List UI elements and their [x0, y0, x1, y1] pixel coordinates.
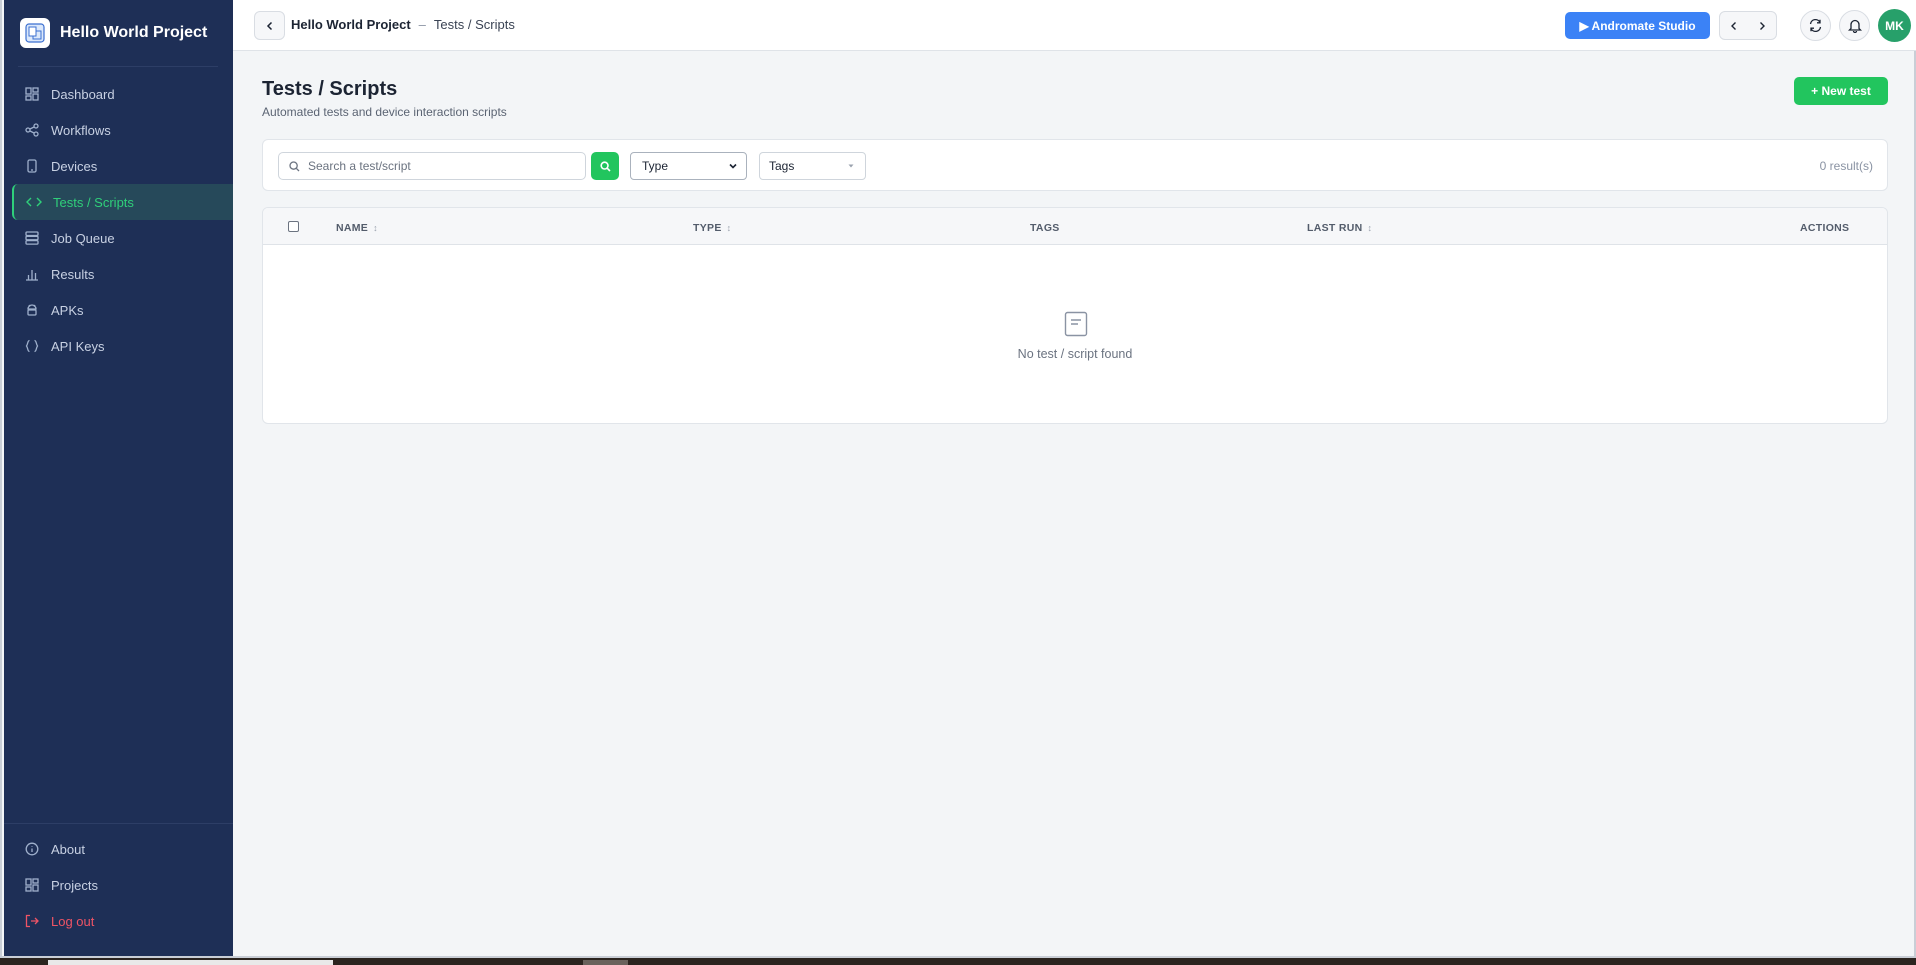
column-header-last-run[interactable]: LAST RUN ↕: [1307, 222, 1372, 234]
sidebar-item-job-queue[interactable]: Job Queue: [4, 220, 233, 256]
column-label: TYPE: [693, 222, 722, 234]
search-field: [278, 152, 586, 180]
sidebar-item-label: APKs: [51, 302, 84, 318]
app-window: Hello World Project Dashboard Workflows: [0, 0, 1916, 958]
search-input[interactable]: [308, 159, 568, 173]
top-header: Hello World Project – Tests / Scripts ▶ …: [233, 0, 1916, 51]
chevron-right-icon: [1760, 21, 1765, 30]
android-icon: [24, 302, 40, 318]
sidebar-item-results[interactable]: Results: [4, 256, 233, 292]
grid-icon: [24, 877, 40, 893]
project-logo-icon: [20, 18, 50, 48]
nav-forward-button[interactable]: [1748, 12, 1776, 39]
sidebar-item-label: About: [51, 841, 85, 857]
brand-name: Hello World Project: [60, 24, 208, 41]
empty-state-text: No test / script found: [1017, 347, 1133, 361]
document-icon: [1064, 311, 1088, 337]
sidebar-item-api-keys[interactable]: API Keys: [4, 328, 233, 364]
sidebar-item-tests-scripts[interactable]: Tests / Scripts: [12, 184, 233, 220]
sidebar-item-apks[interactable]: APKs: [4, 292, 233, 328]
sidebar-item-workflows[interactable]: Workflows: [4, 112, 233, 148]
column-header-name[interactable]: NAME ↕: [336, 222, 378, 234]
database-icon: [24, 230, 40, 246]
back-button[interactable]: [254, 11, 285, 40]
new-test-button[interactable]: + New test: [1794, 77, 1888, 105]
taskbar-segment: [48, 960, 333, 965]
refresh-button[interactable]: [1800, 10, 1831, 41]
sidebar-item-dashboard[interactable]: Dashboard: [4, 76, 233, 112]
table-header: NAME ↕ TYPE ↕ TAGS LAST RUN ↕ ACTIONS: [263, 208, 1887, 245]
phone-icon: [24, 158, 40, 174]
sidebar: Hello World Project Dashboard Workflows: [4, 0, 233, 956]
tags-select[interactable]: Tags: [759, 152, 866, 180]
page-subtitle: Automated tests and device interaction s…: [262, 105, 507, 119]
column-header-actions: ACTIONS: [1800, 222, 1849, 234]
chevron-left-icon: [1731, 21, 1736, 30]
sidebar-item-label: Log out: [51, 913, 95, 929]
sidebar-item-devices[interactable]: Devices: [4, 148, 233, 184]
chevron-down-icon: [729, 163, 737, 169]
type-select[interactable]: Type: [630, 152, 747, 180]
sidebar-item-label: Results: [51, 266, 95, 282]
sidebar-item-label: API Keys: [51, 338, 105, 354]
result-count: 0 result(s): [1819, 159, 1873, 173]
sidebar-item-label: Projects: [51, 877, 98, 893]
nav-back-button[interactable]: [1720, 12, 1748, 39]
bar-chart-icon: [24, 266, 40, 282]
braces-icon: [24, 338, 40, 354]
sidebar-item-projects[interactable]: Projects: [4, 867, 233, 903]
page-title: Tests / Scripts: [262, 78, 398, 100]
dashboard-icon: [24, 86, 40, 102]
sidebar-item-label: Job Queue: [51, 230, 115, 246]
breadcrumb: Hello World Project – Tests / Scripts: [291, 17, 515, 32]
divider: [18, 66, 218, 67]
search-button[interactable]: [591, 152, 619, 180]
filter-bar: Type Tags 0 result(s): [262, 139, 1888, 191]
breadcrumb-separator: –: [418, 17, 426, 32]
select-all-checkbox[interactable]: [288, 221, 299, 232]
search-icon: [289, 160, 300, 171]
column-label: ACTIONS: [1800, 222, 1850, 234]
tags-select-value: Tags: [769, 159, 795, 173]
share-icon: [24, 122, 40, 138]
sort-icon: ↕: [373, 223, 378, 233]
code-icon: [26, 194, 42, 210]
notifications-button[interactable]: [1839, 10, 1870, 41]
tests-table: NAME ↕ TYPE ↕ TAGS LAST RUN ↕ ACTIONS No…: [262, 207, 1888, 424]
sidebar-bottom-nav: About Projects Log out: [4, 831, 233, 939]
breadcrumb-current: Tests / Scripts: [433, 17, 515, 32]
sidebar-item-label: Devices: [51, 158, 98, 174]
andromate-studio-button[interactable]: ▶ Andromate Studio: [1565, 12, 1710, 39]
taskbar-strip: [0, 958, 1916, 965]
column-label: LAST RUN: [1307, 222, 1363, 234]
column-label: NAME: [336, 222, 369, 234]
column-label: TAGS: [1030, 222, 1060, 234]
divider: [4, 823, 233, 824]
column-header-tags: TAGS: [1030, 222, 1060, 234]
column-header-type[interactable]: TYPE ↕: [693, 222, 731, 234]
sidebar-item-logout[interactable]: Log out: [4, 903, 233, 939]
type-select-value: Type: [642, 159, 669, 173]
caret-down-icon: [848, 164, 854, 168]
logout-icon: [24, 913, 40, 929]
search-icon: [599, 160, 611, 172]
breadcrumb-project[interactable]: Hello World Project: [291, 17, 411, 32]
sort-icon: ↕: [1367, 223, 1373, 233]
brand[interactable]: Hello World Project: [20, 18, 207, 48]
sidebar-item-about[interactable]: About: [4, 831, 233, 867]
sidebar-item-label: Tests / Scripts: [53, 194, 134, 210]
bell-icon: [1847, 19, 1862, 33]
refresh-icon: [1809, 18, 1822, 33]
history-nav: [1719, 11, 1777, 40]
chevron-left-icon: [266, 21, 272, 30]
sort-icon: ↕: [726, 223, 732, 233]
avatar[interactable]: MK: [1878, 9, 1911, 42]
sidebar-nav: Dashboard Workflows Devices Tests / Scri…: [4, 76, 233, 364]
info-icon: [24, 841, 40, 857]
sidebar-item-label: Workflows: [51, 122, 111, 138]
taskbar-segment: [583, 960, 628, 965]
sidebar-item-label: Dashboard: [51, 86, 115, 102]
